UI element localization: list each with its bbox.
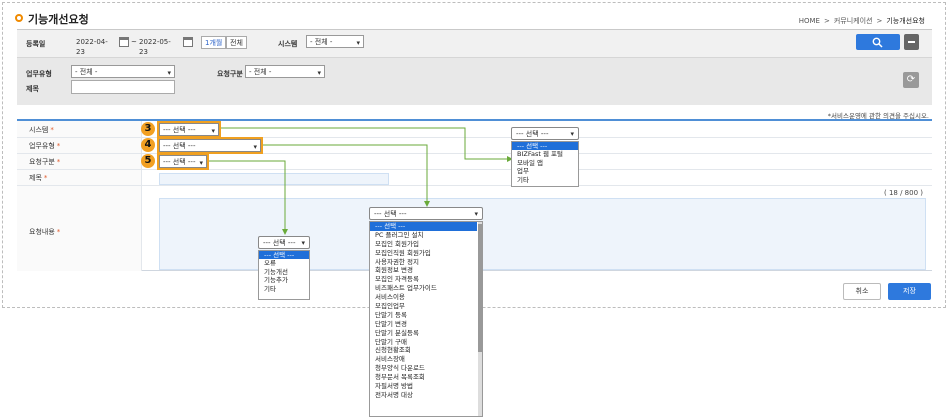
req-type-dropdown-head[interactable]: --- 선택 --- ▾ bbox=[258, 236, 310, 249]
req-type-option[interactable]: 기타 bbox=[259, 285, 309, 293]
task-type-option[interactable]: 모집인직원 회원가입 bbox=[370, 249, 477, 258]
task-type-dropdown-list: --- 선택 --- PC 플러그인 설치 모집인 회원가입 모집인직원 회원가입 사용… bbox=[369, 221, 483, 417]
task-type-option[interactable]: --- 선택 --- bbox=[370, 222, 477, 231]
req-type-option[interactable]: 기능추가 bbox=[259, 276, 309, 284]
arrow-system bbox=[221, 127, 513, 162]
chevron-down-icon: ▾ bbox=[301, 239, 305, 247]
system-option[interactable]: 기타 bbox=[512, 176, 578, 184]
task-type-option[interactable]: 청부양식 다운로드 bbox=[370, 364, 477, 373]
task-type-option[interactable]: 회원정보 변경 bbox=[370, 266, 477, 275]
req-type-option[interactable]: 오류 bbox=[259, 259, 309, 267]
task-type-option[interactable]: 청부문서 목록조회 bbox=[370, 373, 477, 382]
task-type-option[interactable]: PC 플러그인 설치 bbox=[370, 231, 477, 240]
arrow-task-type bbox=[263, 144, 430, 207]
task-type-option[interactable]: 전자서명 대상 bbox=[370, 391, 477, 400]
task-type-option[interactable]: 단말기 분실등록 bbox=[370, 329, 477, 338]
scrollbar[interactable] bbox=[478, 222, 482, 416]
task-type-option[interactable]: 모집인 자격등록 bbox=[370, 275, 477, 284]
task-type-option[interactable]: 단말기 등록 bbox=[370, 311, 477, 320]
chevron-down-icon: ▾ bbox=[474, 210, 478, 218]
task-type-option[interactable]: 모집인 회원가입 bbox=[370, 240, 477, 249]
task-type-option[interactable]: 서비스장애 bbox=[370, 355, 477, 364]
system-option[interactable]: 업무 bbox=[512, 167, 578, 175]
task-type-option[interactable]: 모집인업무 bbox=[370, 302, 477, 311]
req-type-option[interactable]: 기능개선 bbox=[259, 268, 309, 276]
system-option[interactable]: BIZFast 웹 포털 bbox=[512, 150, 578, 158]
req-type-option[interactable]: --- 선택 --- bbox=[259, 251, 309, 260]
req-type-dropdown-list: --- 선택 --- 오류 기능개선 기능추가 기타 bbox=[258, 250, 310, 300]
system-dropdown-list: --- 선택 --- BIZFast 웹 포털 모바일 앱 업무 기타 bbox=[511, 141, 579, 187]
task-type-option[interactable]: 서비스이용 bbox=[370, 293, 477, 302]
arrow-req-type bbox=[209, 160, 288, 235]
system-option[interactable]: 모바일 앱 bbox=[512, 159, 578, 167]
task-type-option[interactable]: 비즈패스트 업무가이드 bbox=[370, 284, 477, 293]
chevron-down-icon: ▾ bbox=[570, 130, 574, 138]
task-type-option[interactable]: 자필서명 방법 bbox=[370, 382, 477, 391]
task-type-option[interactable]: 단말기 변경 bbox=[370, 320, 477, 329]
task-type-dropdown-head[interactable]: --- 선택 --- ▾ bbox=[369, 207, 483, 220]
system-dropdown-head[interactable]: --- 선택 --- ▾ bbox=[511, 127, 579, 140]
